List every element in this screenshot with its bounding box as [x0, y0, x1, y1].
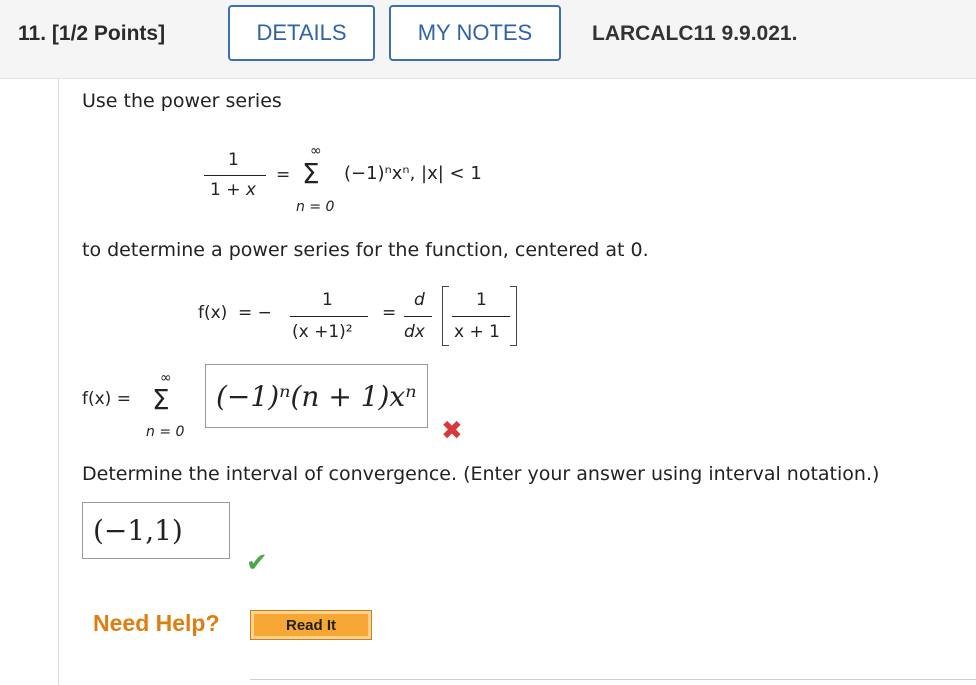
series-numerator: 1	[228, 150, 239, 170]
function-equals: =	[382, 303, 397, 323]
answer-sigma-icon: Σ	[152, 383, 170, 416]
instruction-text: to determine a power series for the func…	[82, 239, 649, 261]
series-denominator: 1 + x	[210, 180, 256, 200]
derivative-d: d	[414, 290, 425, 310]
bottom-divider	[250, 679, 976, 680]
question-number: 11. [1/2 Points]	[18, 22, 165, 46]
series-term: (−1)ⁿxⁿ, |x| < 1	[344, 163, 482, 184]
inner-fraction-bar	[452, 316, 510, 317]
function-fraction-bar	[290, 316, 368, 317]
read-it-button[interactable]: Read It	[250, 610, 372, 640]
function-num1: 1	[322, 290, 333, 310]
series-sum-lower: n = 0	[296, 199, 335, 215]
function-fx: f(x)	[198, 303, 228, 323]
convergence-prompt: Determine the interval of convergence. (…	[82, 463, 880, 485]
series-equals: =	[276, 165, 291, 185]
series-answer-field[interactable]: (−1)ⁿ(n + 1)xⁿ	[205, 364, 428, 428]
function-eq-minus: = −	[238, 303, 272, 323]
right-bracket	[510, 286, 517, 346]
points-label: [1/2 Points]	[51, 22, 166, 45]
question-header: 11. [1/2 Points] DETAILS MY NOTES LARCAL…	[0, 0, 976, 79]
inner-numerator: 1	[476, 290, 487, 310]
intro-text: Use the power series	[82, 90, 282, 112]
correct-check-icon: ✔	[246, 548, 268, 578]
series-fraction-bar	[204, 175, 266, 176]
interval-answer-field[interactable]: (−1,1)	[82, 502, 230, 559]
inner-denominator: x + 1	[454, 322, 500, 342]
derivative-bar	[404, 316, 432, 317]
function-den1: (x +1)²	[292, 322, 353, 342]
answer-sum-lower: n = 0	[146, 424, 185, 440]
details-button[interactable]: DETAILS	[228, 5, 375, 61]
need-help-label: Need Help?	[93, 610, 220, 636]
question-id: LARCALC11 9.9.021.	[592, 22, 798, 45]
incorrect-x-icon: ✖	[441, 416, 463, 446]
left-bracket	[442, 286, 449, 346]
my-notes-button[interactable]: MY NOTES	[389, 5, 561, 61]
answer-fx-eq: f(x) =	[82, 389, 131, 409]
left-divider	[58, 79, 59, 685]
sigma-icon: Σ	[302, 157, 320, 190]
derivative-dx: dx	[404, 322, 425, 342]
question-number-label: 11.	[18, 22, 47, 45]
